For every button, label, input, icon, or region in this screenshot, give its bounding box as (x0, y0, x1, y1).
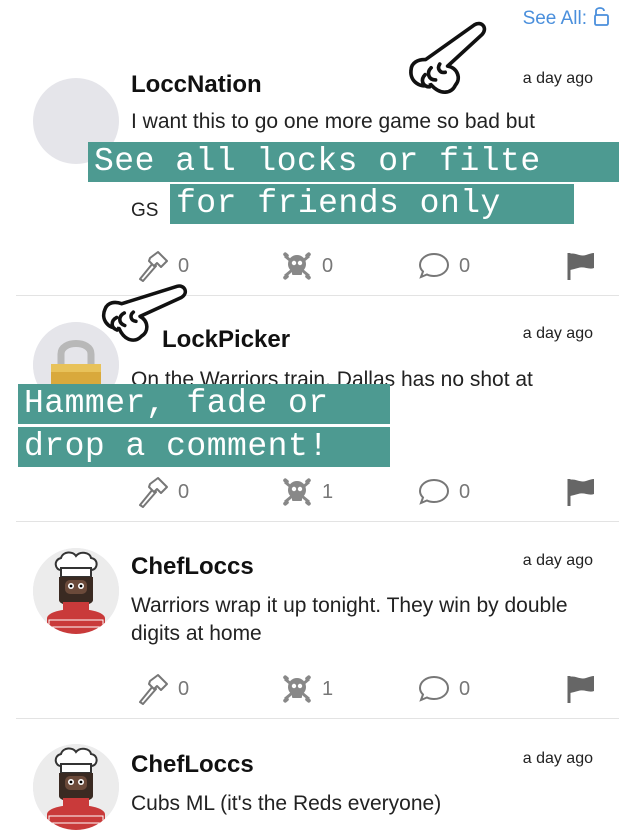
hammer-button[interactable]: 0 (136, 673, 189, 705)
see-all-label: See All: (522, 8, 587, 29)
comment-bubble-icon (417, 673, 451, 705)
post-actions: 0 1 0 (136, 673, 599, 709)
comment-count: 0 (459, 480, 471, 503)
post-text: Warriors wrap it up tonight. They win by… (131, 594, 568, 645)
pointing-hand-icon (88, 272, 206, 363)
avatar[interactable] (33, 744, 119, 830)
skull-crossbones-icon (280, 476, 314, 508)
flag-icon (564, 673, 598, 705)
username[interactable]: ChefLoccs (131, 553, 254, 581)
post-text-line2: GS (131, 200, 159, 221)
post-time: a day ago (522, 70, 593, 87)
comment-count: 0 (459, 677, 471, 700)
comment-bubble-icon (417, 250, 451, 282)
post-actions: 0 1 0 (136, 476, 599, 512)
caption-see-all-locks: See all locks or filte (88, 142, 619, 182)
post-time: a day ago (522, 552, 593, 569)
post-time: a day ago (522, 750, 593, 767)
hammer-icon (136, 673, 170, 705)
fade-count: 1 (322, 480, 334, 503)
report-button[interactable] (564, 250, 598, 282)
caption-drop-comment: drop a comment! (18, 427, 390, 467)
unlock-icon (593, 6, 611, 32)
post-actions: 0 0 0 (136, 250, 599, 286)
hammer-count: 0 (178, 480, 190, 503)
fade-count: 1 (322, 677, 334, 700)
hammer-button[interactable]: 0 (136, 476, 189, 508)
flag-icon (564, 476, 598, 508)
caption-hammer-fade: Hammer, fade or (18, 384, 390, 424)
comment-bubble-icon (417, 476, 451, 508)
report-button[interactable] (564, 476, 598, 508)
hammer-count: 0 (178, 254, 190, 277)
comment-count: 0 (459, 254, 471, 277)
avatar[interactable] (33, 548, 119, 634)
post-text: Cubs ML (it's the Reds everyone) (131, 792, 442, 815)
report-button[interactable] (564, 673, 598, 705)
hammer-count: 0 (178, 677, 190, 700)
see-all-link[interactable]: See All: (523, 6, 611, 32)
hammer-icon (136, 476, 170, 508)
comment-button[interactable]: 0 (417, 673, 470, 705)
comment-button[interactable]: 0 (417, 250, 470, 282)
post-time: a day ago (522, 325, 593, 342)
chef-avatar-image (33, 548, 119, 634)
skull-crossbones-icon (280, 673, 314, 705)
fade-button[interactable]: 1 (280, 476, 333, 508)
skull-crossbones-icon (280, 250, 314, 282)
caption-friends-only: for friends only (170, 184, 574, 224)
comment-button[interactable]: 0 (417, 476, 470, 508)
chef-avatar-image (33, 744, 119, 830)
post-text: I want this to go one more game so bad b… (131, 110, 535, 133)
fade-count: 0 (322, 254, 334, 277)
fade-button[interactable]: 0 (280, 250, 333, 282)
username[interactable]: ChefLoccs (131, 751, 254, 779)
fade-button[interactable]: 1 (280, 673, 333, 705)
username[interactable]: LoccNation (131, 71, 262, 99)
flag-icon (564, 250, 598, 282)
